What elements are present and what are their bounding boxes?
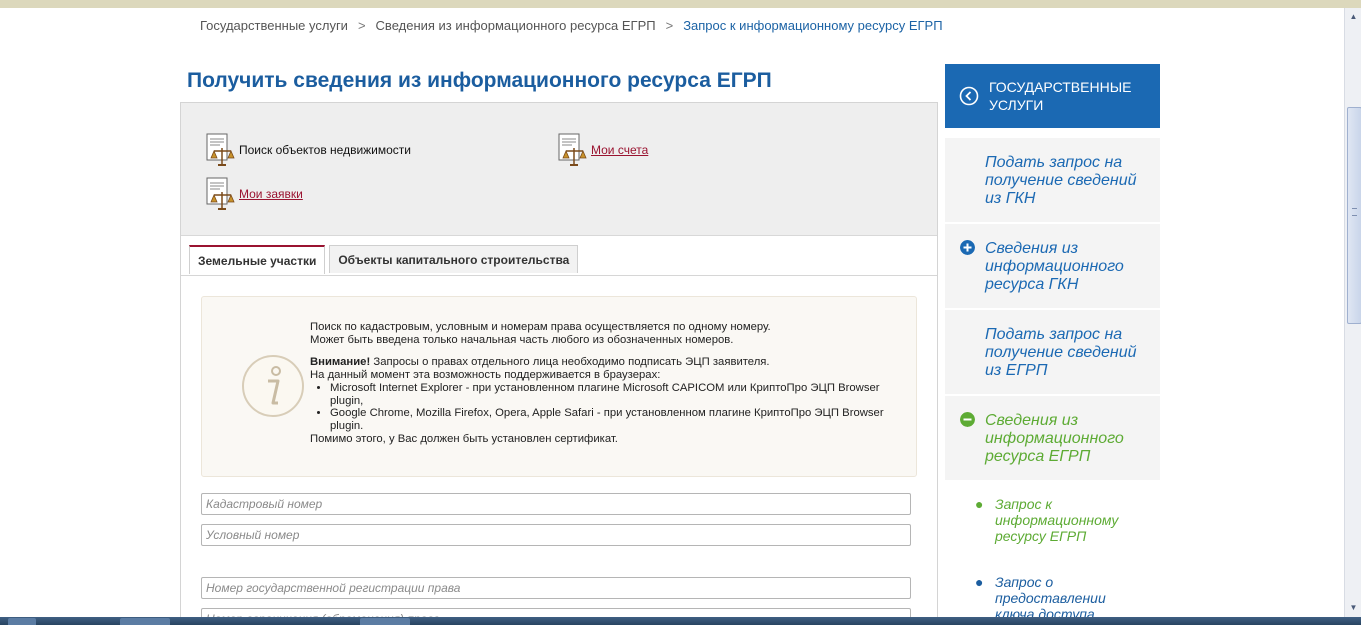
taskbar-button[interactable] [8,618,36,625]
cadastral-number-input[interactable] [201,493,911,515]
sidebar-header-title: ГОСУДАРСТВЕННЫЕ УСЛУГИ [989,79,1132,113]
menu-item-requests[interactable]: Мои заявки [205,177,303,211]
page-title: Получить сведения из информационного рес… [187,69,772,92]
service-menu: Поиск объектов недвижимости Мои счета Мо… [181,103,937,236]
attention-label: Внимание! [310,355,371,368]
back-circle-icon [959,86,979,106]
scroll-up-icon[interactable]: ▲ [1347,10,1360,24]
sidebar-subitem-label: Запрос о предоставлении ключа доступа [995,574,1106,617]
sidebar-item-label: Подать запрос на получение сведений из Е… [985,326,1137,379]
page-viewport: Государственные услуги > Сведения из инфор… [0,8,1344,617]
sidebar-item-egrp-info[interactable]: Сведения из информационного ресурса ЕГРП [945,396,1160,480]
search-tabs: Земельные участки Объекты капитального с… [189,245,582,275]
document-scales-icon [558,133,587,166]
sidebar-item-label: Сведения из информационного ресурса ГКН [985,240,1124,293]
breadcrumb-link-services[interactable]: Государственные услуги [200,18,348,33]
menu-item-search[interactable]: Поиск объектов недвижимости [205,133,411,167]
breadcrumb-separator: > [357,18,366,33]
main-panel: Поиск объектов недвижимости Мои счета Мо… [180,102,938,617]
sidebar-header[interactable]: ГОСУДАРСТВЕННЫЕ УСЛУГИ [945,64,1160,128]
bullet-dot: ● [975,496,984,512]
breadcrumb-current: Запрос к информационному ресурсу ЕГРП [683,18,943,33]
taskbar-button[interactable] [360,618,410,625]
info-text: Поиск по кадастровым, условным и номерам… [310,321,890,446]
plus-circle-icon[interactable] [960,240,975,255]
breadcrumb-link-egrp-info[interactable]: Сведения из информационного ресурса ЕГРП [376,18,656,33]
sidebar: ГОСУДАРСТВЕННЫЕ УСЛУГИ Подать запрос на … [945,64,1160,617]
tab-capital-construction[interactable]: Объекты капитального строительства [329,245,579,273]
tab-land-plots[interactable]: Земельные участки [189,245,326,274]
scroll-down-icon[interactable]: ▼ [1347,601,1360,615]
sidebar-item-gkn-request[interactable]: Подать запрос на получение сведений из Г… [945,138,1160,222]
registration-number-input[interactable] [201,577,911,599]
taskbar [0,617,1361,625]
info-line: На данный момент эта возможность поддерж… [310,368,661,381]
document-scales-icon [206,133,235,166]
menu-requests-link[interactable]: Мои заявки [239,187,303,201]
sidebar-subitem-egrp-query[interactable]: ● Запрос к информационному ресурсу ЕГРП [975,496,1155,546]
list-item: Microsoft Internet Explorer - при устано… [330,382,890,408]
menu-item-accounts[interactable]: Мои счета [557,133,648,167]
tab-divider [181,275,937,276]
menu-accounts-link[interactable]: Мои счета [591,143,648,157]
info-attention: Внимание! Запросы о правах отдельного ли… [310,356,890,369]
bullet-dot: ● [975,574,984,590]
info-notice: Поиск по кадастровым, условным и номерам… [201,296,917,477]
scrollbar-thumb[interactable] [1347,107,1361,324]
sidebar-subitem-label: Запрос к информационному ресурсу ЕГРП [995,496,1119,544]
taskbar-button[interactable] [120,618,170,625]
encumbrance-number-input[interactable] [201,608,911,617]
conditional-number-input[interactable] [201,524,911,546]
browser-list: Microsoft Internet Explorer - при устано… [310,382,890,434]
info-line: Может быть введена только начальная част… [310,333,734,346]
breadcrumb-separator: > [665,18,674,33]
sidebar-item-label: Подать запрос на получение сведений из Г… [985,154,1137,207]
sidebar-item-gkn-info[interactable]: Сведения из информационного ресурса ГКН [945,224,1160,308]
vertical-scrollbar[interactable]: ▲ ▼ [1344,8,1361,617]
list-item: Google Chrome, Mozilla Firefox, Opera, A… [330,407,890,433]
minus-circle-icon[interactable] [960,412,975,427]
sidebar-item-egrp-request[interactable]: Подать запрос на получение сведений из Е… [945,310,1160,394]
info-line: Поиск по кадастровым, условным и номерам… [310,321,771,333]
attention-text: Запросы о правах отдельного лица необход… [370,355,770,368]
sidebar-item-label: Сведения из информационного ресурса ЕГРП [985,412,1124,465]
grip-icon [1352,208,1357,216]
menu-search-label: Поиск объектов недвижимости [239,143,412,157]
info-icon [242,355,304,417]
breadcrumb: Государственные услуги > Сведения из инфор… [200,18,943,33]
info-line: Помимо этого, у Вас должен быть установл… [310,433,618,446]
sidebar-subitem-access-key[interactable]: ● Запрос о предоставлении ключа доступа [975,574,1155,617]
document-scales-icon [206,177,235,210]
